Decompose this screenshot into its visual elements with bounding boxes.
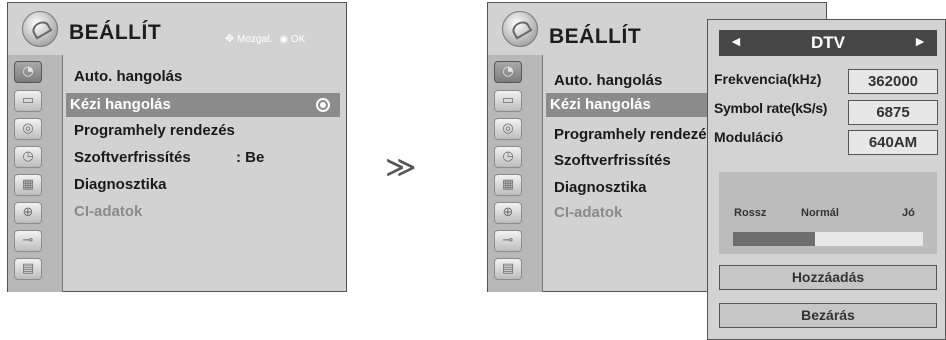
manual-tuning-popup: ◄ DTV ► Frekvencia(kHz) 362000 Symbol ra… [707,19,946,340]
navigation-hint: ✥ Mozgat. ◉ OK [225,32,305,45]
nav-hint-label: Mozgat. [237,34,273,45]
close-button[interactable]: Bezárás [719,303,937,328]
clapperboard-icon[interactable]: ▤ [494,258,522,280]
menu-item-ci-info: CI-adatok [74,203,143,220]
category-sidebar: ◔ ▭ ◎ ◷ ▦ ⊕ ⊸ ▤ [488,55,543,292]
menu-item-manual-tuning[interactable]: Kézi hangolás [66,93,340,117]
image-icon[interactable]: ▦ [494,174,522,196]
speaker-icon[interactable]: ◎ [494,118,522,140]
input-plug-icon[interactable]: ⊸ [494,230,522,252]
menu-item-software-update[interactable]: Szoftverfrissítés : Be [70,146,344,170]
frequency-label: Frekvencia(kHz) [714,71,822,87]
clapperboard-icon[interactable]: ▤ [14,258,42,280]
category-sidebar: ◔ ▭ ◎ ◷ ▦ ⊕ ⊸ ▤ [8,55,63,292]
signal-bad-label: Rossz [734,207,767,219]
menu-item-program-edit[interactable]: Programhely rendezés [70,119,235,143]
software-update-value: : Be [236,149,265,166]
signal-normal-label: Normál [801,207,839,219]
signal-bar-track [733,232,923,246]
menu-title: BEÁLLÍT [549,25,642,48]
tv-screen-icon[interactable]: ▭ [14,90,42,112]
menu-title: BEÁLLÍT [69,21,162,44]
add-button[interactable]: Hozzáadás [719,265,937,290]
menu-item-diagnostics[interactable]: Diagnosztika [70,173,167,197]
mode-selector[interactable]: ◄ DTV ► [719,30,937,56]
move-arrows-icon: ✥ [225,33,235,45]
selected-radio-icon [316,98,330,112]
lock-icon[interactable]: ⊕ [494,202,522,224]
speaker-icon[interactable]: ◎ [14,118,42,140]
menu-item-manual-tuning[interactable]: Kézi hangolás [546,93,716,117]
signal-strength-panel: Rossz Normál Jó [719,172,937,254]
menu-item-software-update[interactable]: Szoftverfrissítés [550,149,671,173]
satellite-dish-icon[interactable]: ◔ [494,61,522,83]
clock-icon[interactable]: ◷ [14,146,42,168]
ok-circle-icon: ◉ [279,34,289,45]
ok-hint-label: OK [290,34,306,45]
input-plug-icon[interactable]: ⊸ [14,230,42,252]
mode-label: DTV [811,33,845,52]
transition-arrow-icon: ≫ [385,150,417,185]
setup-menu-panel-left: BEÁLLÍT ✥ Mozgat. ◉ OK ◔ ▭ ◎ ◷ ▦ ⊕ ⊸ ▤ A… [7,2,347,292]
satellite-dish-icon [22,11,58,47]
menu-item-program-edit[interactable]: Programhely rendezés [550,123,715,147]
tv-screen-icon[interactable]: ▭ [494,90,522,112]
modulation-label: Moduláció [714,129,784,145]
signal-bar-fill [733,232,815,246]
satellite-dish-icon [502,11,538,47]
satellite-dish-icon[interactable]: ◔ [14,61,42,83]
menu-item-diagnostics[interactable]: Diagnosztika [550,176,647,200]
menu-item-auto-tuning[interactable]: Auto. hangolás [550,69,662,93]
signal-good-label: Jó [902,207,915,219]
image-icon[interactable]: ▦ [14,174,42,196]
symbol-rate-label: Symbol rate(kS/s) [714,100,828,116]
menu-item-auto-tuning[interactable]: Auto. hangolás [70,65,344,89]
symbol-rate-field[interactable]: 6875 [848,100,938,125]
clock-icon[interactable]: ◷ [494,146,522,168]
menu-item-ci-info: CI-adatok [554,204,623,221]
right-arrow-icon[interactable]: ► [913,33,927,49]
lock-icon[interactable]: ⊕ [14,202,42,224]
modulation-field[interactable]: 640AM [848,130,938,155]
frequency-field[interactable]: 362000 [848,69,938,94]
